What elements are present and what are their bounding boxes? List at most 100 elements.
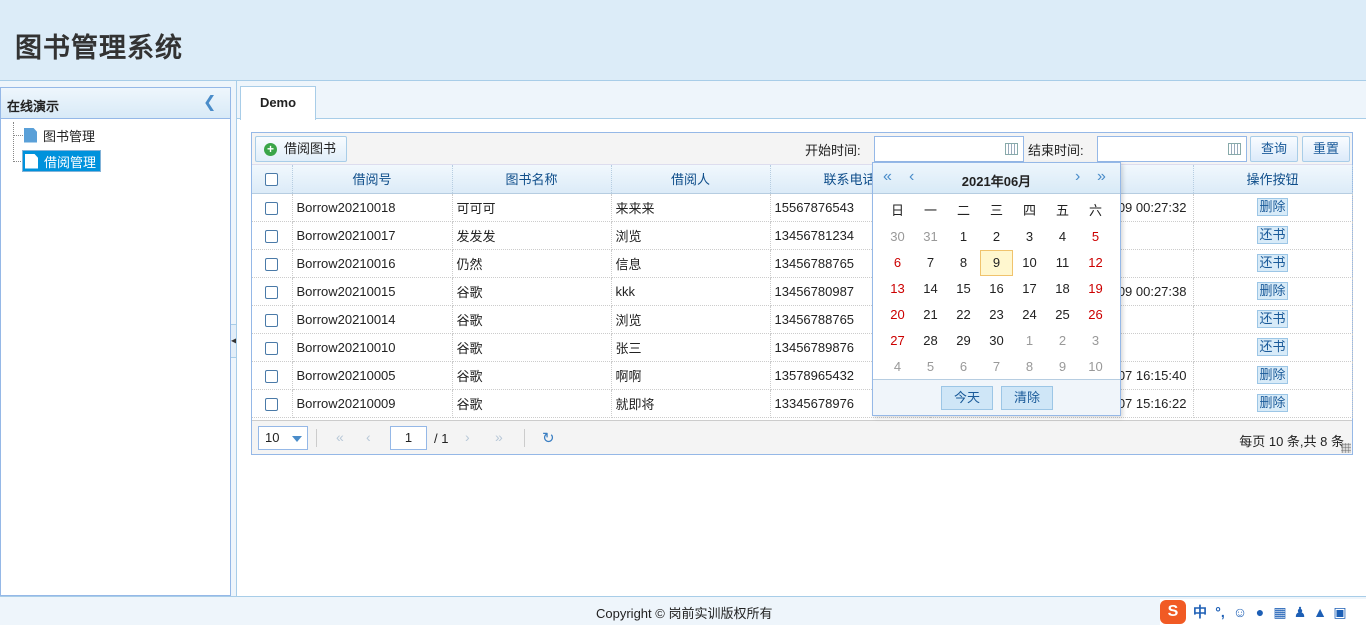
next-year-icon[interactable]: »: [1097, 168, 1106, 186]
sogou-logo-icon[interactable]: S: [1160, 600, 1186, 624]
row-checkbox[interactable]: [265, 397, 279, 411]
calendar-day[interactable]: 22: [947, 302, 980, 328]
ime-punctuation[interactable]: °,: [1210, 604, 1230, 620]
calendar-day[interactable]: 19: [1079, 276, 1112, 302]
return-book-button[interactable]: 还书: [1257, 254, 1288, 272]
tree-node-selected[interactable]: 借阅管理: [22, 150, 102, 172]
tab-demo[interactable]: Demo: [240, 86, 316, 120]
table-row[interactable]: Borrow20210017 发发发 浏览 13456781234 还书: [252, 221, 1353, 250]
calendar-day[interactable]: 11: [1046, 250, 1079, 276]
column-header[interactable]: 借阅人: [611, 165, 771, 194]
calendar-day[interactable]: 16: [980, 276, 1013, 302]
calendar-day[interactable]: 26: [1079, 302, 1112, 328]
calendar-day[interactable]: 9: [980, 250, 1013, 276]
calendar-day[interactable]: 6: [881, 250, 914, 276]
table-row[interactable]: Borrow20210014 谷歌 浏览 13456788765 还书: [252, 305, 1353, 334]
row-checkbox[interactable]: [265, 369, 279, 383]
select-all-checkbox[interactable]: [265, 173, 279, 187]
page-size-select[interactable]: 10: [258, 426, 308, 450]
delete-button[interactable]: 删除: [1257, 198, 1288, 216]
sidebar-item-borrow[interactable]: 借阅管理: [1, 148, 230, 174]
return-book-button[interactable]: 还书: [1257, 310, 1288, 328]
table-row[interactable]: Borrow20210015 谷歌 kkk 13456780987 09 00:27:3…: [252, 277, 1353, 306]
clear-button[interactable]: 清除: [1001, 386, 1053, 410]
calendar-day[interactable]: 20: [881, 302, 914, 328]
calendar-day[interactable]: 15: [947, 276, 980, 302]
tree-node[interactable]: 图书管理: [22, 124, 99, 146]
start-time-input[interactable]: [874, 136, 1024, 162]
borrow-book-button[interactable]: + 借阅图书: [255, 136, 348, 162]
calendar-day[interactable]: 8: [947, 250, 980, 276]
table-row[interactable]: Borrow20210016 仍然 信息 13456788765 还书: [252, 249, 1353, 278]
calendar-day[interactable]: 2: [980, 224, 1013, 250]
table-row[interactable]: Borrow20210009 谷歌 就即将 13345678976 07 15:16:2…: [252, 389, 1353, 418]
calendar-day[interactable]: 9: [1046, 354, 1079, 380]
return-book-button[interactable]: 还书: [1257, 338, 1288, 356]
end-time-input[interactable]: [1097, 136, 1247, 162]
row-checkbox[interactable]: [265, 229, 279, 243]
delete-button[interactable]: 删除: [1257, 394, 1288, 412]
keyboard-icon[interactable]: ▦: [1270, 604, 1290, 621]
prev-page-icon[interactable]: ‹: [366, 429, 371, 445]
reset-button[interactable]: 重置: [1302, 136, 1351, 162]
calendar-day[interactable]: 30: [980, 328, 1013, 354]
table-row[interactable]: Borrow20210010 谷歌 张三 13456789876 还书: [252, 333, 1353, 362]
emoji-icon[interactable]: ☺: [1230, 604, 1250, 620]
calendar-day[interactable]: 29: [947, 328, 980, 354]
calendar-day[interactable]: 10: [1079, 354, 1112, 380]
calendar-day[interactable]: 10: [1013, 250, 1046, 276]
table-row[interactable]: Borrow20210018 可可可 来来来 15567876543 09 00:27:…: [252, 193, 1353, 222]
microphone-icon[interactable]: ●: [1250, 604, 1270, 620]
next-page-icon[interactable]: ›: [465, 429, 470, 445]
sidebar-item-books[interactable]: 图书管理: [1, 122, 230, 148]
today-button[interactable]: 今天: [941, 386, 993, 410]
delete-button[interactable]: 删除: [1257, 366, 1288, 384]
calendar-day[interactable]: 4: [1046, 224, 1079, 250]
calendar-day[interactable]: 2: [1046, 328, 1079, 354]
calendar-day[interactable]: 6: [947, 354, 980, 380]
calendar-day[interactable]: 3: [1079, 328, 1112, 354]
ime-language[interactable]: 中: [1190, 602, 1210, 622]
row-checkbox[interactable]: [265, 313, 279, 327]
row-checkbox[interactable]: [265, 285, 279, 299]
calendar-day[interactable]: 21: [914, 302, 947, 328]
refresh-icon[interactable]: ↻: [542, 429, 555, 447]
resize-grip-icon[interactable]: [1341, 443, 1351, 453]
skin-icon[interactable]: ▲: [1310, 604, 1330, 620]
row-checkbox[interactable]: [265, 201, 279, 215]
calendar-icon[interactable]: [1005, 143, 1018, 155]
user-icon[interactable]: ♟: [1290, 604, 1310, 621]
search-button[interactable]: 查询: [1250, 136, 1299, 162]
calendar-day[interactable]: 8: [1013, 354, 1046, 380]
calendar-day[interactable]: 18: [1046, 276, 1079, 302]
calendar-day[interactable]: 13: [881, 276, 914, 302]
return-book-button[interactable]: 还书: [1257, 226, 1288, 244]
calendar-day[interactable]: 7: [914, 250, 947, 276]
calendar-month-title[interactable]: 2021年06月: [873, 171, 1120, 190]
table-row[interactable]: Borrow20210005 谷歌 啊啊 13578965432 07 16:15:40…: [252, 361, 1353, 390]
calendar-icon[interactable]: [1228, 143, 1241, 155]
calendar-day[interactable]: 24: [1013, 302, 1046, 328]
column-header[interactable]: 借阅号: [292, 165, 453, 194]
calendar-day[interactable]: 5: [1079, 224, 1112, 250]
calendar-day[interactable]: 7: [980, 354, 1013, 380]
delete-button[interactable]: 删除: [1257, 282, 1288, 300]
calendar-day[interactable]: 14: [914, 276, 947, 302]
collapse-left-icon[interactable]: ❮: [203, 95, 217, 111]
calendar-day[interactable]: 27: [881, 328, 914, 354]
row-checkbox[interactable]: [265, 341, 279, 355]
calendar-day[interactable]: 4: [881, 354, 914, 380]
menu-grid-icon[interactable]: ▣: [1330, 604, 1350, 621]
calendar-day[interactable]: 17: [1013, 276, 1046, 302]
calendar-day[interactable]: 5: [914, 354, 947, 380]
calendar-day[interactable]: 25: [1046, 302, 1079, 328]
next-month-icon[interactable]: ›: [1075, 168, 1080, 186]
calendar-day[interactable]: 31: [914, 224, 947, 250]
column-header[interactable]: 操作按钮: [1193, 165, 1353, 194]
calendar-day[interactable]: 1: [947, 224, 980, 250]
calendar-day[interactable]: 30: [881, 224, 914, 250]
first-page-icon[interactable]: «: [336, 429, 344, 445]
last-page-icon[interactable]: »: [495, 429, 503, 445]
column-header[interactable]: 图书名称: [452, 165, 612, 194]
calendar-day[interactable]: 1: [1013, 328, 1046, 354]
